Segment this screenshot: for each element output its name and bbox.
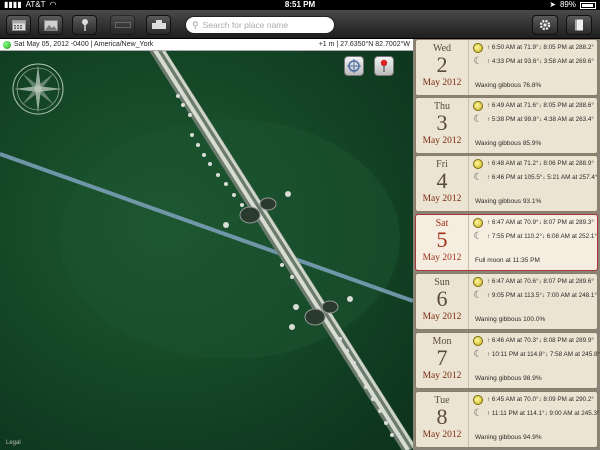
sun-times: ↑ 6:50 AM at 71.9°↓ 8:05 PM at 288.2° <box>487 44 594 51</box>
month-year: May 2012 <box>422 312 462 322</box>
gear-icon <box>539 19 551 31</box>
moon-times: ↑ 9:05 PM at 113.5°↓ 7:00 AM at 248.1° <box>487 292 597 299</box>
ruler-button[interactable] <box>110 15 135 35</box>
day-card[interactable]: Sun 6 May 2012 ↑ 6:47 AM at 70.6°↓ 8:07 … <box>415 273 598 330</box>
book-icon <box>575 19 583 31</box>
status-bar: ▮▮▮▮ AT&T ◠ 8:51 PM ➤ 89% <box>0 0 600 10</box>
sun-icon <box>473 43 483 53</box>
search-input[interactable] <box>202 20 323 30</box>
transit-icon <box>151 20 166 29</box>
clock: 8:51 PM <box>284 0 316 9</box>
transit-button[interactable] <box>146 15 171 35</box>
moon-times: ↑ 4:33 PM at 93.6°↓ 3:58 AM at 269.6° <box>487 58 594 65</box>
map-view[interactable]: Sat May 05, 2012 -0400 | America/New_Yor… <box>0 39 413 450</box>
moon-phase: Full moon at 11:35 PM <box>475 257 540 264</box>
sun-times: ↑ 6:48 AM at 71.2°↓ 8:06 PM at 288.9° <box>487 160 594 167</box>
sun-times: ↑ 6:47 AM at 70.6°↓ 8:07 PM at 289.6° <box>487 278 594 285</box>
battery-percent: 89% <box>559 0 576 9</box>
map-pin-icon <box>380 59 388 72</box>
moon-phase: Waning gibbous 100.0% <box>475 316 546 323</box>
sun-icon <box>473 277 483 287</box>
month-year: May 2012 <box>422 253 462 263</box>
day-card-selected[interactable]: Sat 5 May 2012 ↑ 6:47 AM at 70.9°↓ 8:07 … <box>415 214 598 271</box>
ruler-icon <box>114 22 131 28</box>
day-card[interactable]: Mon 7 May 2012 ↑ 6:46 AM at 70.3°↓ 8:08 … <box>415 332 600 389</box>
day-card[interactable]: Wed 2 May 2012 ↑ 6:50 AM at 71.9°↓ 8:05 … <box>415 39 598 96</box>
sun-times: ↑ 6:45 AM at 70.0°↓ 8:09 PM at 290.2° <box>487 396 594 403</box>
day-card[interactable]: Thu 3 May 2012 ↑ 6:49 AM at 71.6°↓ 8:05 … <box>415 97 598 154</box>
moon-icon: ☾ <box>473 290 483 301</box>
search-icon: ⚲ <box>192 19 199 30</box>
battery-icon <box>580 2 596 9</box>
moon-times: ↑ 7:55 PM at 110.2°↓ 6:08 AM at 252.1° <box>487 233 597 240</box>
date-timezone-label: Sat May 05, 2012 -0400 | America/New_Yor… <box>14 41 154 48</box>
day-number: 5 <box>436 227 448 252</box>
day-number: 8 <box>436 404 448 429</box>
day-number: 7 <box>436 345 448 370</box>
month-year: May 2012 <box>422 194 462 204</box>
month-year: May 2012 <box>422 430 462 440</box>
search-box[interactable]: ⚲ <box>185 16 335 34</box>
sun-icon <box>473 218 483 228</box>
sun-icon <box>473 101 483 111</box>
moon-icon: ☾ <box>473 172 483 183</box>
moon-icon: ☾ <box>473 408 483 419</box>
day-list[interactable]: Wed 2 May 2012 ↑ 6:50 AM at 71.9°↓ 8:05 … <box>413 39 600 450</box>
locate-button[interactable] <box>344 56 364 76</box>
sun-times: ↑ 6:46 AM at 70.3°↓ 8:08 PM at 289.9° <box>487 337 594 344</box>
sun-times: ↑ 6:47 AM at 70.9°↓ 8:07 PM at 289.3° <box>487 219 594 226</box>
moon-phase: Waxing gibbous 93.1% <box>475 198 542 205</box>
sun-icon <box>473 336 483 346</box>
toolbar: ⚲ <box>0 10 600 39</box>
legal-link[interactable]: Legal <box>6 440 21 446</box>
compass-rose-icon <box>12 63 64 115</box>
moon-phase: Waning gibbous 98.9% <box>475 375 542 382</box>
sun-icon <box>473 395 483 405</box>
drop-pin-button[interactable] <box>374 56 394 76</box>
landscape-icon <box>43 19 58 31</box>
moon-icon: ☾ <box>473 56 483 67</box>
photo-button[interactable] <box>38 15 63 35</box>
moon-times: ↑ 10:11 PM at 114.8°↓ 7:58 AM at 245.8° <box>487 351 600 358</box>
day-card[interactable]: Tue 8 May 2012 ↑ 6:45 AM at 70.0°↓ 8:09 … <box>415 391 600 448</box>
moon-times: ↑ 6:46 PM at 105.5°↓ 5:21 AM at 257.4° <box>487 174 598 181</box>
moon-phase: Waxing gibbous 85.9% <box>475 140 542 147</box>
pin-icon <box>81 19 88 31</box>
day-card[interactable]: Fri 4 May 2012 ↑ 6:48 AM at 71.2°↓ 8:06 … <box>415 155 598 212</box>
crosshair-icon <box>347 59 361 73</box>
moon-phase: Waning gibbous 94.9% <box>475 434 542 441</box>
moon-times: ↑ 5:38 PM at 99.8°↓ 4:38 AM at 263.4° <box>487 116 594 123</box>
info-bar: Sat May 05, 2012 -0400 | America/New_Yor… <box>0 39 413 51</box>
moon-phase: Waxing gibbous 76.8% <box>475 82 542 89</box>
moon-icon: ☾ <box>473 114 483 125</box>
day-number: 4 <box>436 168 448 193</box>
calendar-button[interactable] <box>6 15 31 35</box>
settings-button[interactable] <box>532 15 558 35</box>
coordinates-label: +1 m | 27.6350°N 82.7002°W <box>318 41 410 48</box>
sun-times: ↑ 6:49 AM at 71.6°↓ 8:05 PM at 288.6° <box>487 102 594 109</box>
day-number: 3 <box>436 110 448 135</box>
day-number: 6 <box>436 286 448 311</box>
moon-icon: ☾ <box>473 349 483 360</box>
pin-button[interactable] <box>72 15 97 35</box>
status-dot-icon <box>3 41 11 49</box>
location-arrow-icon: ➤ <box>549 0 556 9</box>
sun-icon <box>473 159 483 169</box>
moon-times: ↑ 11:11 PM at 114.1°↓ 9:00 AM at 245.3° <box>487 410 600 417</box>
month-year: May 2012 <box>422 371 462 381</box>
month-year: May 2012 <box>422 78 462 88</box>
book-button[interactable] <box>566 15 592 35</box>
month-year: May 2012 <box>422 136 462 146</box>
day-number: 2 <box>436 52 448 77</box>
calendar-icon <box>11 20 26 31</box>
moon-icon: ☾ <box>473 231 483 242</box>
